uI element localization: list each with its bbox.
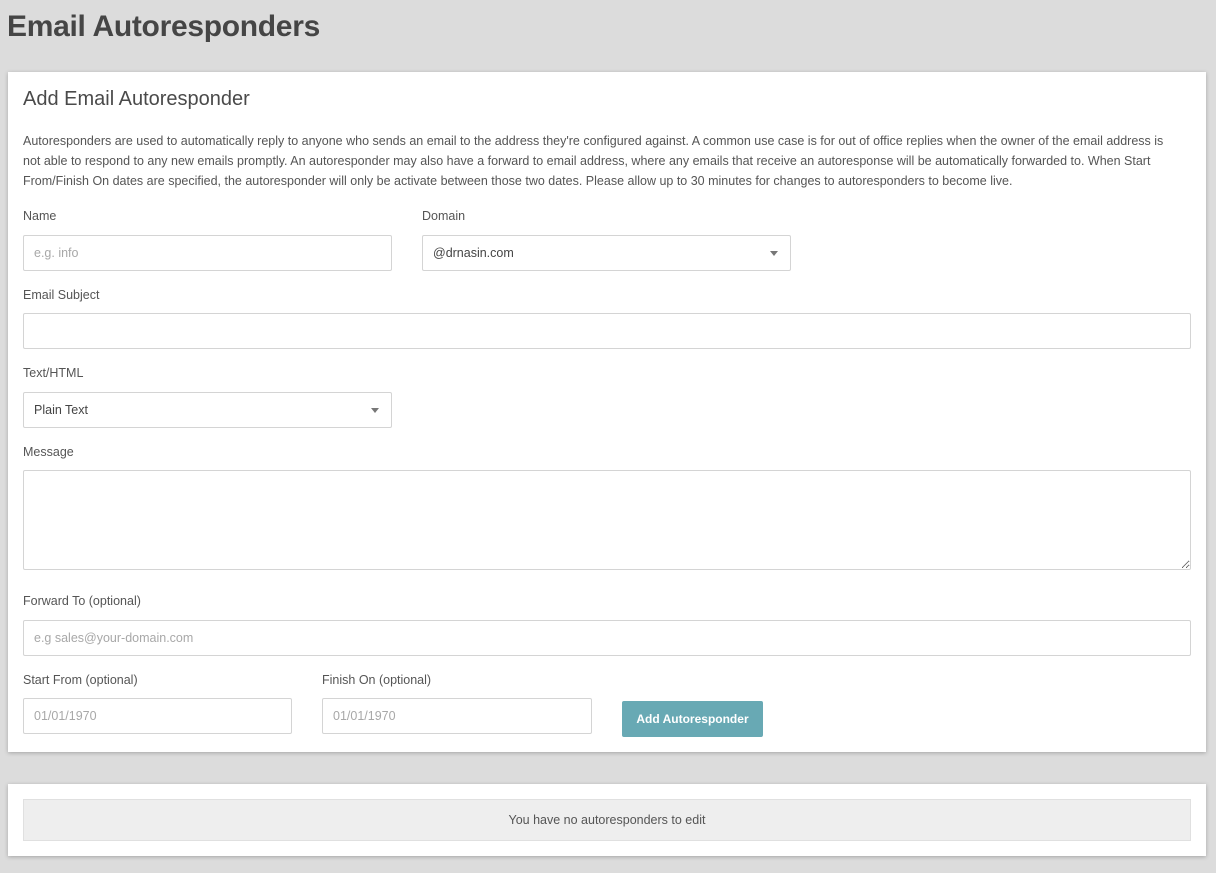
format-select-value: Plain Text xyxy=(34,403,88,417)
finish-date-input[interactable] xyxy=(322,698,592,734)
card-heading: Add Email Autoresponder xyxy=(23,88,250,110)
forward-input[interactable] xyxy=(23,620,1191,656)
name-label: Name xyxy=(23,209,57,223)
page-title: Email Autoresponders xyxy=(7,10,320,43)
message-textarea[interactable] xyxy=(23,470,1191,570)
subject-label: Email Subject xyxy=(23,288,100,302)
forward-label: Forward To (optional) xyxy=(23,594,141,608)
description-text: Autoresponders are used to automatically… xyxy=(23,134,1164,188)
autoresponder-list-card: You have no autoresponders to edit xyxy=(8,784,1206,856)
add-autoresponder-button[interactable]: Add Autoresponder xyxy=(622,701,763,737)
domain-select-value: @drnasin.com xyxy=(433,246,514,260)
finish-date-label: Finish On (optional) xyxy=(322,673,432,687)
start-date-label: Start From (optional) xyxy=(23,673,138,687)
chevron-down-icon xyxy=(770,250,778,256)
format-select[interactable]: Plain Text xyxy=(23,392,392,428)
empty-state-message: You have no autoresponders to edit xyxy=(23,799,1191,841)
domain-select[interactable]: @drnasin.com xyxy=(422,235,791,271)
subject-input[interactable] xyxy=(23,313,1191,349)
add-autoresponder-card: Add Email Autoresponder Autoresponders a… xyxy=(8,72,1206,752)
format-label: Text/HTML xyxy=(23,366,84,380)
chevron-down-icon xyxy=(371,407,379,413)
domain-label: Domain xyxy=(422,209,466,223)
start-date-input[interactable] xyxy=(23,698,292,734)
message-label: Message xyxy=(23,445,74,459)
name-input[interactable] xyxy=(23,235,392,271)
